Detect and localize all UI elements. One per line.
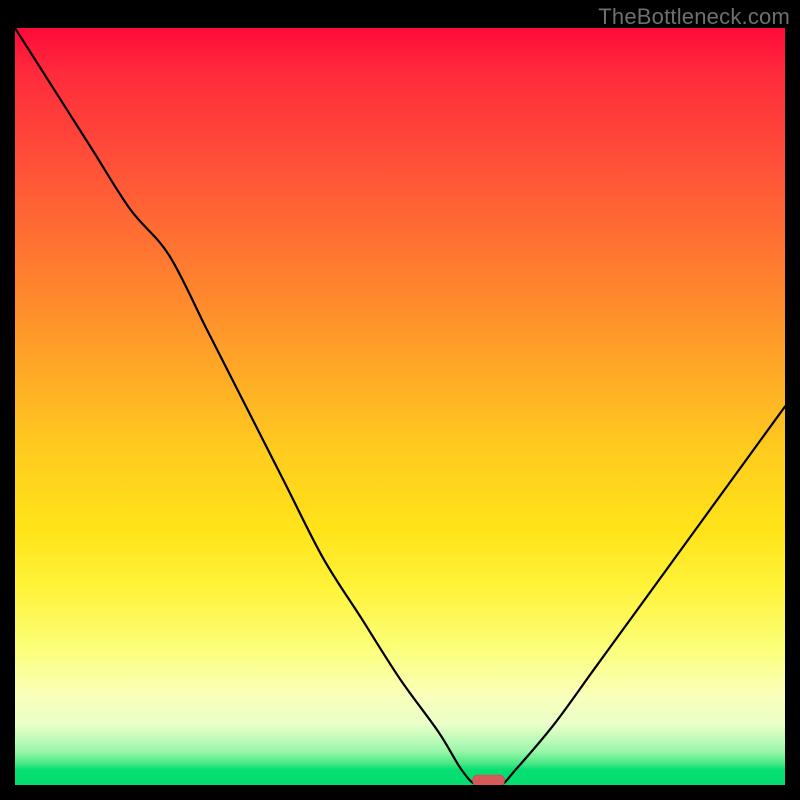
watermark-text: TheBottleneck.com [598, 4, 790, 30]
bottleneck-curve [15, 28, 785, 785]
chart-frame: TheBottleneck.com [0, 0, 800, 800]
curve-path [15, 28, 785, 785]
plot-area [15, 28, 785, 785]
optimal-marker [473, 775, 505, 785]
